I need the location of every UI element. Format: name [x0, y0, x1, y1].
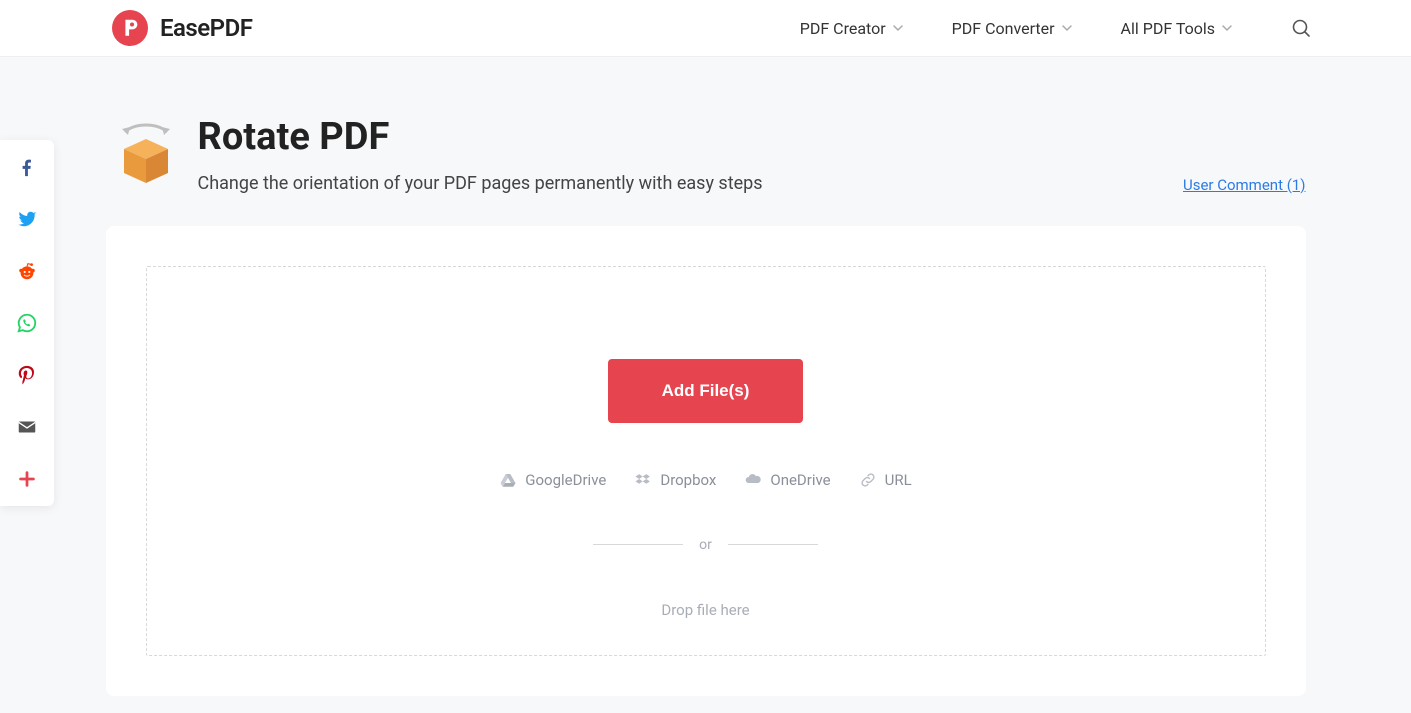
source-google-drive[interactable]: GoogleDrive	[499, 471, 606, 489]
source-dropbox[interactable]: Dropbox	[634, 471, 716, 489]
onedrive-icon	[744, 471, 762, 489]
add-files-button[interactable]: Add File(s)	[608, 359, 804, 423]
rotate-tool-icon	[108, 115, 184, 191]
drop-hint: Drop file here	[661, 601, 749, 619]
page-title: Rotate PDF	[198, 117, 763, 159]
share-more[interactable]	[12, 464, 42, 494]
brand[interactable]: EasePDF	[112, 10, 252, 46]
source-onedrive[interactable]: OneDrive	[744, 471, 830, 489]
upload-sources: GoogleDrive Dropbox OneDrive URL	[499, 471, 911, 489]
pinterest-icon	[16, 364, 38, 386]
or-label: or	[699, 537, 712, 553]
share-facebook[interactable]	[12, 152, 42, 182]
upload-card: Add File(s) GoogleDrive Dropbox OneDrive	[106, 226, 1306, 696]
header: EasePDF PDF Creator PDF Converter All PD…	[0, 0, 1411, 57]
nav-label: All PDF Tools	[1121, 19, 1215, 38]
source-label: Dropbox	[660, 471, 716, 489]
share-whatsapp[interactable]	[12, 308, 42, 338]
nav-all-pdf-tools[interactable]: All PDF Tools	[1121, 19, 1233, 38]
search-icon	[1291, 18, 1311, 38]
brand-name: EasePDF	[160, 14, 252, 42]
share-twitter[interactable]	[12, 204, 42, 234]
twitter-icon	[16, 208, 38, 230]
source-label: OneDrive	[770, 471, 830, 489]
divider-line	[728, 544, 818, 545]
or-divider: or	[593, 537, 818, 553]
share-email[interactable]	[12, 412, 42, 442]
social-share-rail	[0, 140, 54, 506]
google-drive-icon	[499, 471, 517, 489]
dropzone[interactable]: Add File(s) GoogleDrive Dropbox OneDrive	[146, 266, 1266, 656]
email-icon	[16, 416, 38, 438]
dropbox-icon	[634, 471, 652, 489]
chevron-down-icon	[892, 22, 904, 34]
whatsapp-icon	[16, 312, 38, 334]
page-header: Rotate PDF Change the orientation of you…	[106, 115, 1306, 194]
source-label: URL	[885, 471, 912, 489]
chevron-down-icon	[1221, 22, 1233, 34]
search-button[interactable]	[1291, 18, 1311, 38]
page-subtitle: Change the orientation of your PDF pages…	[198, 173, 763, 194]
nav-label: PDF Converter	[952, 19, 1055, 38]
brand-logo-icon	[112, 10, 148, 46]
facebook-icon	[16, 156, 38, 178]
source-url[interactable]: URL	[859, 471, 912, 489]
share-pinterest[interactable]	[12, 360, 42, 390]
plus-icon	[16, 468, 38, 490]
link-icon	[859, 471, 877, 489]
nav-pdf-converter[interactable]: PDF Converter	[952, 19, 1073, 38]
nav-label: PDF Creator	[800, 19, 886, 38]
user-comment-link[interactable]: User Comment (1)	[1183, 176, 1306, 194]
chevron-down-icon	[1061, 22, 1073, 34]
reddit-icon	[16, 260, 38, 282]
main-nav: PDF Creator PDF Converter All PDF Tools	[800, 18, 1311, 38]
page-title-block: Rotate PDF Change the orientation of you…	[198, 115, 763, 194]
divider-line	[593, 544, 683, 545]
nav-pdf-creator[interactable]: PDF Creator	[800, 19, 904, 38]
share-reddit[interactable]	[12, 256, 42, 286]
source-label: GoogleDrive	[525, 471, 606, 489]
